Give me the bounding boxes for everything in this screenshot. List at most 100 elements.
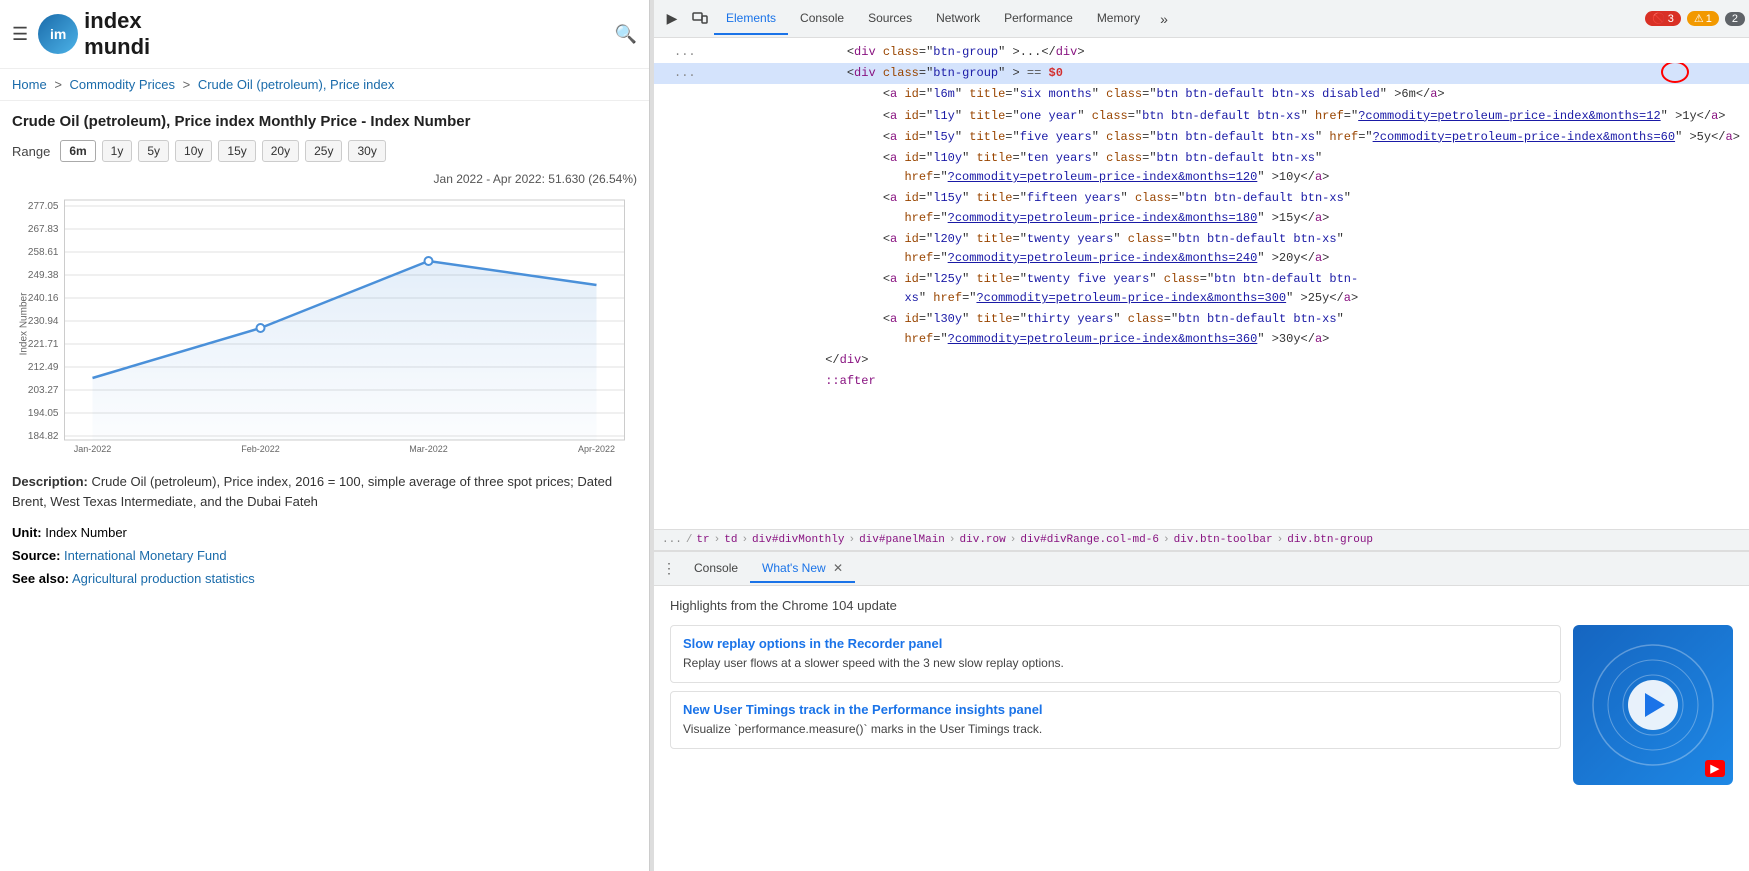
- logo-icon: im: [38, 14, 78, 54]
- svg-text:184.82: 184.82: [28, 431, 59, 442]
- code-panel-wrapper: ... <div class="btn-group" >...</div> ..…: [654, 38, 1749, 530]
- breadcrumb-btngroup[interactable]: div.btn-group: [1287, 534, 1373, 546]
- video-thumbnail[interactable]: ▶: [1573, 625, 1733, 785]
- tab-console[interactable]: Console: [788, 3, 856, 35]
- breadcrumb-divrange[interactable]: div#divRange.col-md-6: [1020, 534, 1159, 546]
- breadcrumb-current[interactable]: Crude Oil (petroleum), Price index: [198, 77, 395, 92]
- chart-container: 277.05 267.83 258.61 249.38 240.16 230.9…: [12, 194, 637, 454]
- range-btn-30y[interactable]: 30y: [348, 140, 385, 162]
- other-badge: 2: [1725, 12, 1745, 26]
- card-desc-2: Visualize `performance.measure()` marks …: [683, 721, 1548, 738]
- whatsnew-list: Slow replay options in the Recorder pane…: [670, 625, 1561, 785]
- code-line: </div>: [654, 350, 1749, 371]
- warn-badge: ⚠ 1: [1687, 11, 1719, 26]
- tab-whatsnew[interactable]: What's New ✕: [750, 555, 855, 583]
- breadcrumb-btntoolbar[interactable]: div.btn-toolbar: [1174, 534, 1273, 546]
- site-header: ☰ im indexmundi 🔍: [0, 0, 649, 69]
- whatsnew-header: Highlights from the Chrome 104 update: [670, 598, 1733, 613]
- tab-performance[interactable]: Performance: [992, 3, 1085, 35]
- svg-text:203.27: 203.27: [28, 385, 59, 396]
- device-icon[interactable]: [686, 5, 714, 33]
- description-section: Description: Crude Oil (petroleum), Pric…: [0, 462, 649, 521]
- search-icon[interactable]: 🔍: [615, 24, 637, 45]
- card-title-1[interactable]: Slow replay options in the Recorder pane…: [683, 636, 1548, 651]
- svg-text:221.71: 221.71: [28, 339, 59, 350]
- more-tabs-btn[interactable]: »: [1152, 7, 1176, 31]
- range-btn-1y[interactable]: 1y: [102, 140, 133, 162]
- breadcrumb-td[interactable]: td: [724, 534, 737, 546]
- price-chart: 277.05 267.83 258.61 249.38 240.16 230.9…: [12, 194, 637, 454]
- range-btn-10y[interactable]: 10y: [175, 140, 212, 162]
- range-btn-15y[interactable]: 15y: [218, 140, 255, 162]
- svg-text:Mar-2022: Mar-2022: [409, 444, 448, 454]
- whatsnew-card-1: Slow replay options in the Recorder pane…: [670, 625, 1561, 683]
- tab-console-bottom[interactable]: Console: [682, 555, 750, 583]
- whatsnew-cards: Slow replay options in the Recorder pane…: [670, 625, 1733, 785]
- close-whatsnew-btn[interactable]: ✕: [833, 561, 843, 575]
- hamburger-icon[interactable]: ☰: [12, 24, 28, 45]
- devtools-bottom: ⋮ Console What's New ✕ Highlights from t…: [654, 551, 1749, 871]
- description-label: Description:: [12, 474, 88, 489]
- error-badge: 🚫 3: [1645, 11, 1681, 26]
- breadcrumb-commodity-prices[interactable]: Commodity Prices: [70, 77, 175, 92]
- card-title-2[interactable]: New User Timings track in the Performanc…: [683, 702, 1548, 717]
- breadcrumb-divrow[interactable]: div.row: [960, 534, 1006, 546]
- breadcrumb-tr[interactable]: tr: [696, 534, 709, 546]
- svg-text:230.94: 230.94: [28, 316, 59, 327]
- unit-section: Unit: Index Number: [0, 521, 649, 544]
- youtube-badge: ▶: [1705, 760, 1725, 777]
- svg-text:212.49: 212.49: [28, 362, 59, 373]
- range-btn-20y[interactable]: 20y: [262, 140, 299, 162]
- source-label: Source:: [12, 548, 60, 563]
- range-btn-5y[interactable]: 5y: [138, 140, 169, 162]
- tab-elements[interactable]: Elements: [714, 3, 788, 35]
- svg-text:267.83: 267.83: [28, 224, 59, 235]
- unit-label: Unit:: [12, 525, 42, 540]
- chart-info: Jan 2022 - Apr 2022: 51.630 (26.54%): [0, 168, 649, 190]
- source-section: Source: International Monetary Fund: [0, 544, 649, 567]
- range-label: Range: [12, 144, 50, 159]
- code-line: <a id="l1y" title="one year" class="btn …: [654, 106, 1749, 127]
- svg-text:Apr-2022: Apr-2022: [578, 444, 615, 454]
- breadcrumb-home[interactable]: Home: [12, 77, 47, 92]
- code-line: <a id="l10y" title="ten years" class="bt…: [654, 148, 1749, 188]
- code-line: <a id="l25y" title="twenty five years" c…: [654, 269, 1749, 309]
- devtools-tabs: ▶ Elements Console Sources Network Perfo…: [654, 0, 1749, 38]
- svg-text:194.05: 194.05: [28, 408, 59, 419]
- code-line: <a id="l5y" title="five years" class="bt…: [654, 127, 1749, 148]
- breadcrumb-dots: ...: [662, 534, 682, 546]
- seealso-link[interactable]: Agricultural production statistics: [72, 571, 255, 586]
- tab-memory[interactable]: Memory: [1085, 3, 1152, 35]
- code-line: ... <div class="btn-group" >...</div>: [654, 42, 1749, 63]
- console-tabs: ⋮ Console What's New ✕: [654, 552, 1749, 586]
- breadcrumb-sep2: >: [183, 77, 194, 92]
- breadcrumb-divmonthly[interactable]: div#divMonthly: [752, 534, 844, 546]
- code-line: <a id="l20y" title="twenty years" class=…: [654, 229, 1749, 269]
- range-control: Range 6m 1y 5y 10y 15y 20y 25y 30y: [0, 134, 649, 168]
- devtools-breadcrumb-bar: ... / tr › td › div#divMonthly › div#pan…: [654, 530, 1749, 551]
- breadcrumb-sep1: >: [54, 77, 65, 92]
- source-link[interactable]: International Monetary Fund: [64, 548, 227, 563]
- breadcrumb-panelmain[interactable]: div#panelMain: [859, 534, 945, 546]
- code-line: <a id="l30y" title="thirty years" class=…: [654, 309, 1749, 349]
- code-line: <a id="l6m" title="six months" class="bt…: [654, 84, 1749, 105]
- left-panel: ☰ im indexmundi 🔍 Home > Commodity Price…: [0, 0, 650, 871]
- tab-sources[interactable]: Sources: [856, 3, 924, 35]
- whatsnew-panel: Highlights from the Chrome 104 update Sl…: [654, 586, 1749, 871]
- logo-area: im indexmundi: [38, 8, 614, 60]
- code-panel: ... <div class="btn-group" >...</div> ..…: [654, 38, 1749, 530]
- svg-text:240.16: 240.16: [28, 293, 59, 304]
- console-options-icon[interactable]: ⋮: [662, 560, 676, 577]
- svg-text:277.05: 277.05: [28, 201, 59, 212]
- range-btn-25y[interactable]: 25y: [305, 140, 342, 162]
- svg-text:258.61: 258.61: [28, 247, 59, 258]
- tab-network[interactable]: Network: [924, 3, 992, 35]
- status-badges: 🚫 3 ⚠ 1 2: [1645, 11, 1745, 26]
- code-line-selected: ... <div class="btn-group" > == $0: [654, 63, 1749, 84]
- seealso-section: See also: Agricultural production statis…: [0, 567, 649, 590]
- page-title: Crude Oil (petroleum), Price index Month…: [0, 101, 649, 134]
- cursor-icon[interactable]: ▶: [658, 5, 686, 33]
- code-line: ::after: [654, 371, 1749, 392]
- unit-value: Index Number: [45, 525, 127, 540]
- range-btn-6m[interactable]: 6m: [60, 140, 95, 162]
